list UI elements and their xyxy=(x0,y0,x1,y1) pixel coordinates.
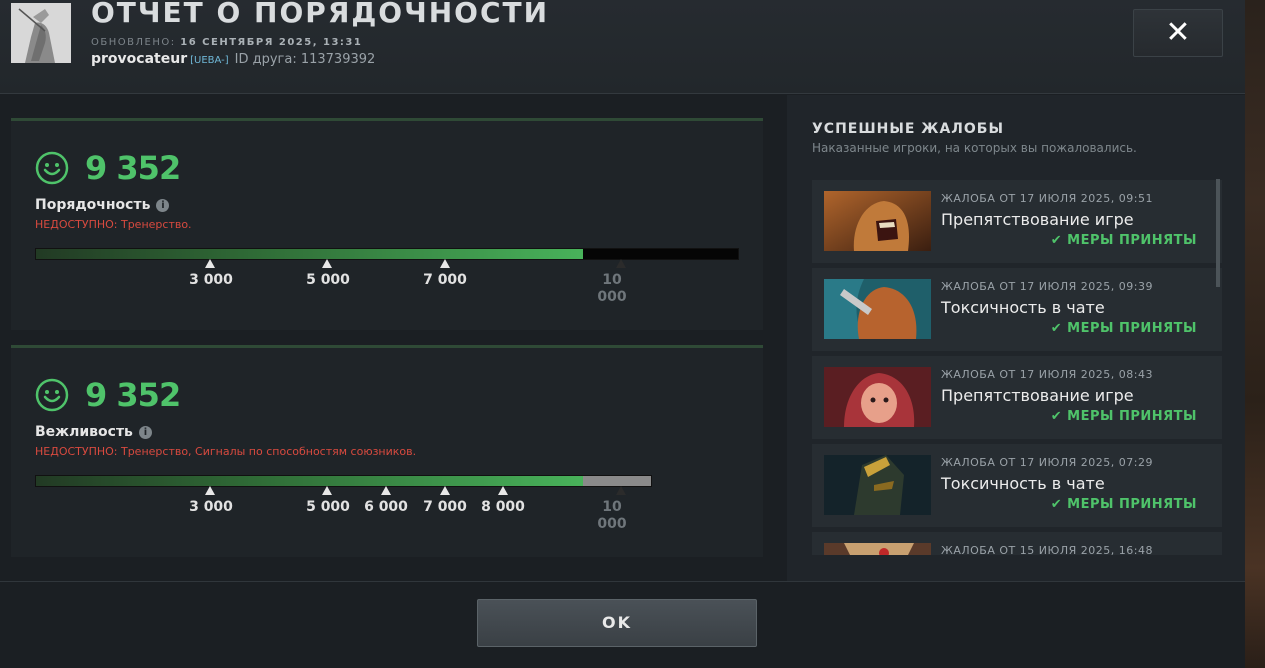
updated-value: 16 СЕНТЯБРЯ 2025, 13:31 xyxy=(180,37,363,48)
conduct-tick-marker xyxy=(205,259,215,268)
politeness-tick-label: 6 000 xyxy=(364,499,408,515)
conduct-tick-label: 7 000 xyxy=(423,272,467,288)
info-icon[interactable]: i xyxy=(138,425,152,439)
report-type: Токсичность в чате xyxy=(941,474,1105,493)
politeness-unavailable: НЕДОСТУПНО: Тренерство, Сигналы по спосо… xyxy=(35,445,417,458)
report-status: ✔ МЕРЫ ПРИНЯТЫ xyxy=(1051,321,1197,336)
politeness-tick-label: 5 000 xyxy=(306,499,350,515)
report-status: ✔ МЕРЫ ПРИНЯТЫ xyxy=(1051,409,1197,424)
report-status-text: МЕРЫ ПРИНЯТЫ xyxy=(1067,321,1197,336)
report-item[interactable]: ЖАЛОБА ОТ 17 ИЮЛЯ 2025, 07:29 Токсичност… xyxy=(812,444,1222,527)
report-date: ЖАЛОБА ОТ 17 ИЮЛЯ 2025, 09:51 xyxy=(941,192,1153,205)
ok-button[interactable]: OK xyxy=(477,599,757,647)
conduct-label-text: Порядочность xyxy=(35,197,151,213)
conduct-unavailable: НЕДОСТУПНО: Тренерство. xyxy=(35,218,192,231)
updated-timestamp: ОБНОВЛЕНО: 16 СЕНТЯБРЯ 2025, 13:31 xyxy=(91,37,362,48)
player-guild-tag: [UEBA-] xyxy=(190,55,229,66)
politeness-panel: 9 352 Вежливость i НЕДОСТУПНО: Тренерств… xyxy=(11,345,763,557)
politeness-tick-label: 3 000 xyxy=(189,499,233,515)
report-date: ЖАЛОБА ОТ 17 ИЮЛЯ 2025, 09:39 xyxy=(941,280,1153,293)
politeness-tick-marker xyxy=(381,486,391,495)
conduct-progress-fill xyxy=(36,249,583,259)
successful-reports-panel: УСПЕШНЫЕ ЖАЛОБЫ Наказанные игроки, на ко… xyxy=(787,95,1245,581)
politeness-label: Вежливость i xyxy=(35,424,152,440)
dialog-header: ОТЧЁТ О ПОРЯДОЧНОСТИ ОБНОВЛЕНО: 16 СЕНТЯ… xyxy=(0,0,1245,94)
conduct-progress-bar xyxy=(35,248,739,260)
report-status-text: МЕРЫ ПРИНЯТЫ xyxy=(1067,409,1197,424)
player-info: provocateur [UEBA-] ID друга: 113739392 xyxy=(91,51,375,67)
politeness-progress-bar xyxy=(35,475,652,487)
politeness-tick-marker xyxy=(322,486,332,495)
info-icon[interactable]: i xyxy=(156,198,170,212)
armored-hero-portrait-icon xyxy=(824,455,931,515)
reports-scrollbar[interactable] xyxy=(1216,179,1220,287)
conduct-score-row: 9 352 xyxy=(35,149,181,187)
politeness-score: 9 352 xyxy=(85,376,181,414)
politeness-tick-marker xyxy=(205,486,215,495)
politeness-tick-label: 8 000 xyxy=(481,499,525,515)
check-icon: ✔ xyxy=(1050,233,1063,248)
conduct-tick-marker xyxy=(440,259,450,268)
report-status-text: МЕРЫ ПРИНЯТЫ xyxy=(1067,233,1197,248)
report-status-text: МЕРЫ ПРИНЯТЫ xyxy=(1067,497,1197,512)
report-status: ✔ МЕРЫ ПРИНЯТЫ xyxy=(1051,497,1197,512)
conduct-panel: 9 352 Порядочность i НЕДОСТУПНО: Тренерс… xyxy=(11,118,763,330)
conduct-tick-marker xyxy=(322,259,332,268)
report-item[interactable]: ЖАЛОБА ОТ 15 ИЮЛЯ 2025, 16:48 xyxy=(812,532,1222,555)
reports-title: УСПЕШНЫЕ ЖАЛОБЫ xyxy=(812,121,1004,137)
conduct-score: 9 352 xyxy=(85,149,181,187)
politeness-label-text: Вежливость xyxy=(35,424,133,440)
dialog-title: ОТЧЁТ О ПОРЯДОЧНОСТИ xyxy=(91,0,550,29)
politeness-tick-marker xyxy=(440,486,450,495)
report-type: Препятствование игре xyxy=(941,386,1134,405)
friend-id: ID друга: 113739392 xyxy=(234,52,376,67)
report-item[interactable]: ЖАЛОБА ОТ 17 ИЮЛЯ 2025, 08:43 Препятство… xyxy=(812,356,1222,439)
check-icon: ✔ xyxy=(1050,497,1063,512)
report-type: Токсичность в чате xyxy=(941,298,1105,317)
politeness-tick-label-max: 10 000 xyxy=(597,499,627,532)
reports-list[interactable]: ЖАЛОБА ОТ 17 ИЮЛЯ 2025, 09:51 Препятство… xyxy=(812,180,1222,555)
smiley-icon xyxy=(35,378,69,412)
report-date: ЖАЛОБА ОТ 17 ИЮЛЯ 2025, 07:29 xyxy=(941,456,1153,469)
conduct-tick-marker-max xyxy=(616,259,626,268)
smiley-icon xyxy=(35,151,69,185)
hero-portrait-icon xyxy=(824,543,931,555)
dark-willow-portrait-icon xyxy=(824,367,931,427)
conduct-tick-label-max: 10 000 xyxy=(597,272,627,305)
conduct-tick-label: 3 000 xyxy=(189,272,233,288)
report-item[interactable]: ЖАЛОБА ОТ 17 ИЮЛЯ 2025, 09:39 Токсичност… xyxy=(812,268,1222,351)
politeness-tick-marker-max xyxy=(616,486,626,495)
report-status: ✔ МЕРЫ ПРИНЯТЫ xyxy=(1051,233,1197,248)
report-type: Препятствование игре xyxy=(941,210,1134,229)
politeness-progress-remaining xyxy=(583,476,651,486)
check-icon: ✔ xyxy=(1050,321,1063,336)
conduct-label: Порядочность i xyxy=(35,197,170,213)
reports-subtitle: Наказанные игроки, на которых вы пожалов… xyxy=(812,141,1137,155)
close-button[interactable]: ✕ xyxy=(1133,9,1223,57)
lifestealer-portrait-icon xyxy=(824,191,931,251)
report-date: ЖАЛОБА ОТ 17 ИЮЛЯ 2025, 08:43 xyxy=(941,368,1153,381)
politeness-score-row: 9 352 xyxy=(35,376,181,414)
politeness-progress-fill xyxy=(36,476,583,486)
dialog-footer: OK xyxy=(0,581,1245,668)
player-avatar xyxy=(11,3,71,63)
politeness-tick-marker xyxy=(498,486,508,495)
check-icon: ✔ xyxy=(1050,409,1063,424)
conduct-tick-label: 5 000 xyxy=(306,272,350,288)
report-item[interactable]: ЖАЛОБА ОТ 17 ИЮЛЯ 2025, 09:51 Препятство… xyxy=(812,180,1222,263)
politeness-tick-label: 7 000 xyxy=(423,499,467,515)
beastmaster-portrait-icon xyxy=(824,279,931,339)
conduct-report-dialog: ОТЧЁТ О ПОРЯДОЧНОСТИ ОБНОВЛЕНО: 16 СЕНТЯ… xyxy=(0,0,1245,668)
player-name[interactable]: provocateur xyxy=(91,51,187,67)
updated-label: ОБНОВЛЕНО: xyxy=(91,37,176,48)
report-date: ЖАЛОБА ОТ 15 ИЮЛЯ 2025, 16:48 xyxy=(941,544,1153,555)
conduct-progress-remaining xyxy=(583,249,738,259)
